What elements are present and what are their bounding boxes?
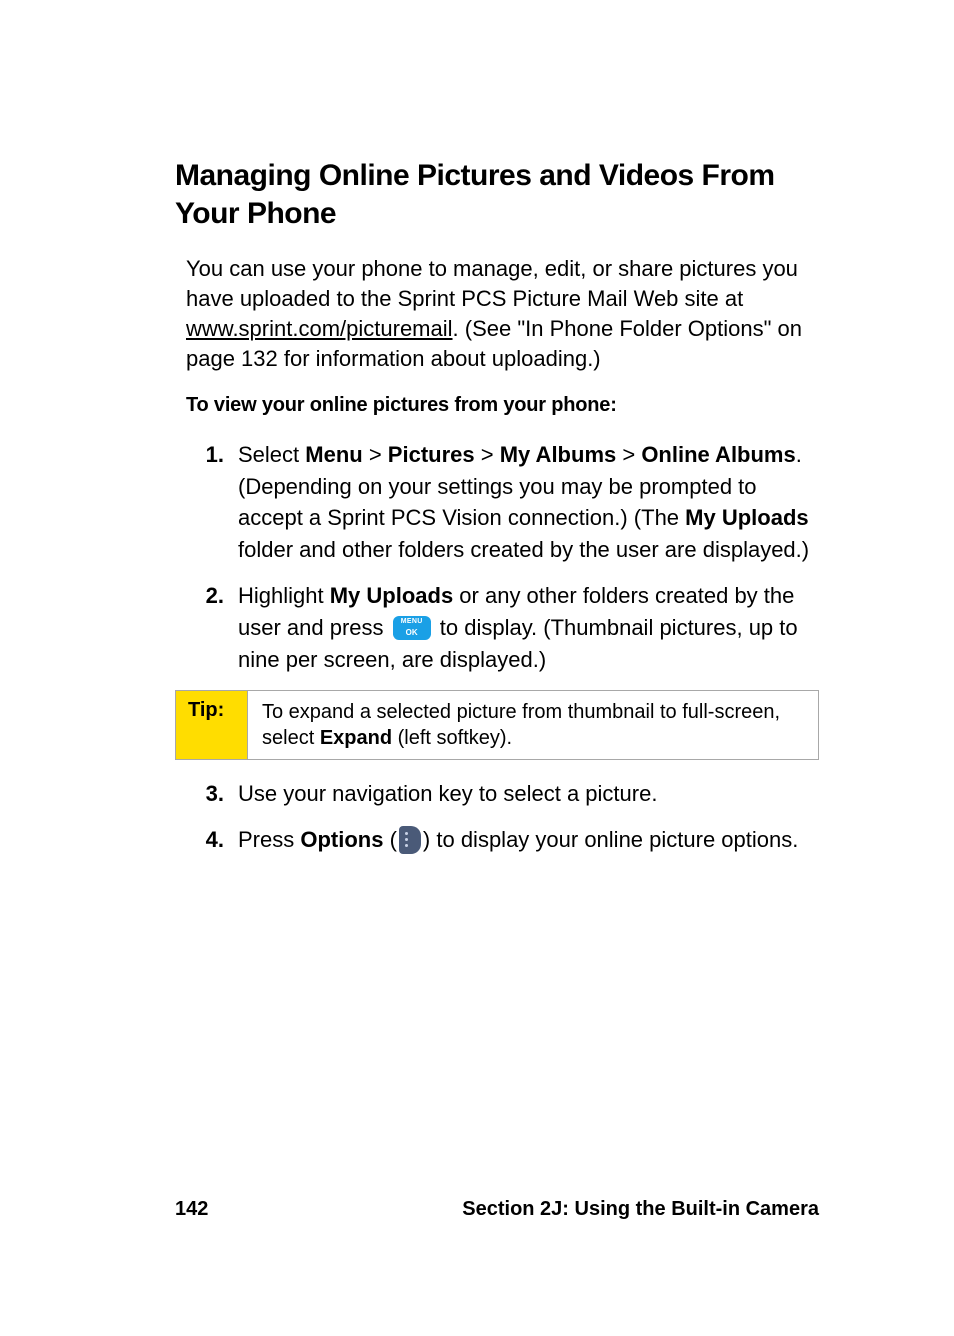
tip-label: Tip: — [176, 691, 248, 759]
myuploads-label: My Uploads — [685, 505, 808, 530]
page-footer: 142 Section 2J: Using the Built-in Camer… — [175, 1198, 819, 1221]
step-body: Select Menu > Pictures > My Albums > Onl… — [238, 439, 819, 567]
text: Highlight — [238, 583, 330, 608]
steps-list: 1. Select Menu > Pictures > My Albums > … — [186, 439, 819, 676]
step-body: Highlight My Uploads or any other folder… — [238, 580, 819, 676]
onlinealbums-label: Online Albums — [641, 442, 795, 467]
options-key-icon — [399, 826, 421, 854]
intro-paragraph: You can use your phone to manage, edit, … — [186, 254, 819, 374]
steps-list-continued: 3. Use your navigation key to select a p… — [186, 778, 819, 856]
instructions-subhead: To view your online pictures from your p… — [186, 394, 819, 417]
step-number: 3. — [186, 778, 238, 810]
text: (left softkey). — [392, 727, 512, 749]
step-4: 4. Press Options ( ) to display your onli… — [186, 824, 819, 856]
step-body: Use your navigation key to select a pict… — [238, 778, 819, 810]
menu-label: Menu — [305, 442, 362, 467]
step-2: 2. Highlight My Uploads or any other fol… — [186, 580, 819, 676]
tip-body: To expand a selected picture from thumbn… — [248, 691, 818, 759]
menu-ok-key-icon — [393, 616, 431, 640]
text: folder and other folders created by the … — [238, 537, 809, 562]
pictures-label: Pictures — [388, 442, 475, 467]
text: Press — [238, 827, 300, 852]
separator: > — [616, 442, 641, 467]
tip-box: Tip: To expand a selected picture from t… — [175, 690, 819, 760]
separator: > — [475, 442, 500, 467]
intro-text-pre: You can use your phone to manage, edit, … — [186, 256, 798, 311]
expand-label: Expand — [320, 727, 392, 749]
page-number: 142 — [175, 1198, 208, 1221]
step-1: 1. Select Menu > Pictures > My Albums > … — [186, 439, 819, 567]
section-heading: Managing Online Pictures and Videos From… — [175, 157, 819, 232]
separator: > — [363, 442, 388, 467]
step-3: 3. Use your navigation key to select a p… — [186, 778, 819, 810]
options-label: Options — [300, 827, 383, 852]
text: ( — [383, 827, 396, 852]
myuploads-label: My Uploads — [330, 583, 453, 608]
text: Select — [238, 442, 305, 467]
step-body: Press Options ( ) to display your online … — [238, 824, 819, 856]
text: ) to display your online picture options… — [423, 827, 798, 852]
picturemail-link[interactable]: www.sprint.com/picturemail — [186, 316, 453, 341]
myalbums-label: My Albums — [500, 442, 617, 467]
step-number: 1. — [186, 439, 238, 567]
step-number: 2. — [186, 580, 238, 676]
step-number: 4. — [186, 824, 238, 856]
section-label: Section 2J: Using the Built-in Camera — [462, 1198, 819, 1221]
